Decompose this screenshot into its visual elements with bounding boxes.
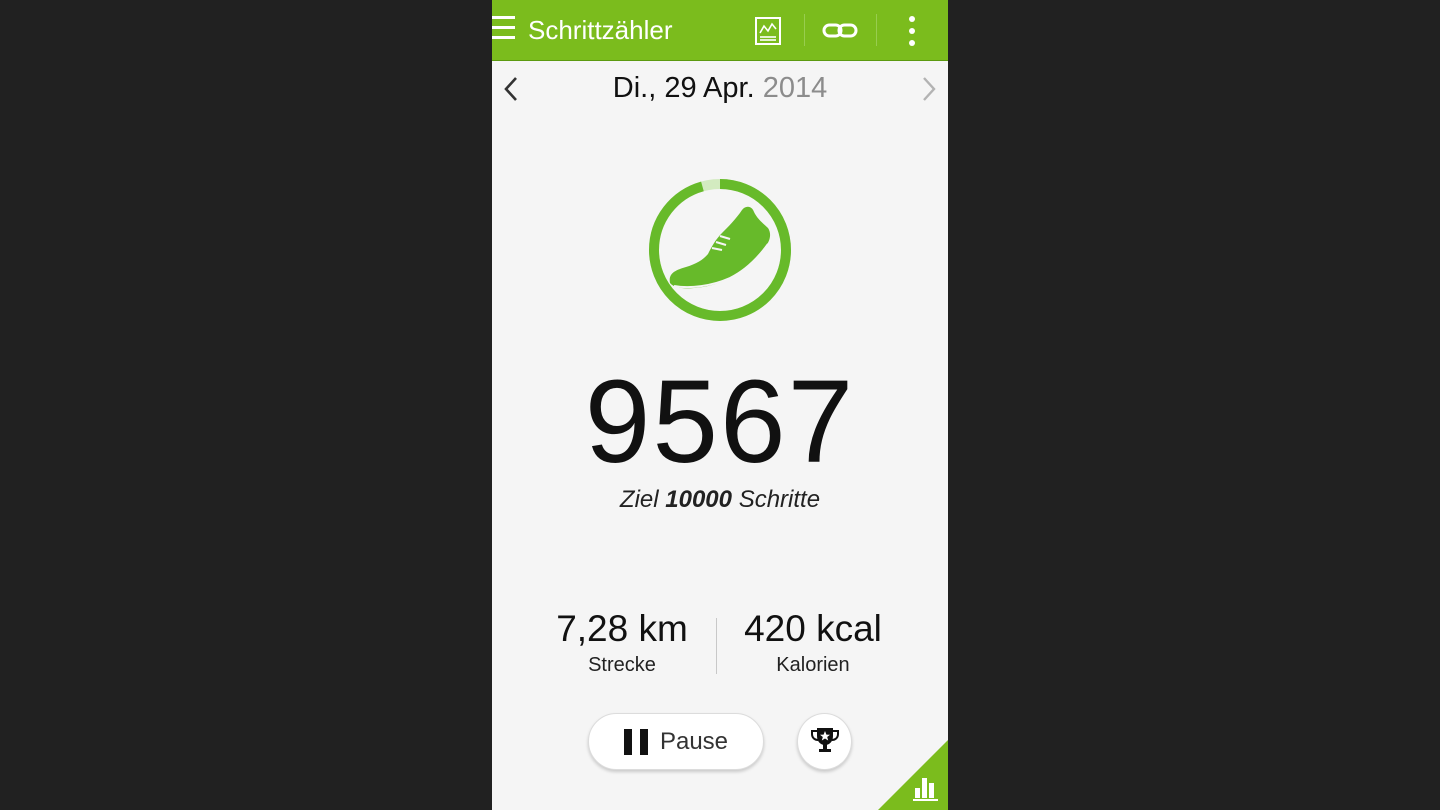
next-day-button[interactable] (914, 76, 944, 106)
pause-icon (623, 728, 648, 755)
step-goal: Ziel 10000 Schritte (492, 486, 948, 514)
app-title: Schrittzähler (528, 15, 673, 45)
step-count: 9567 (584, 356, 856, 488)
goal-value: 10000 (665, 486, 733, 513)
distance-value: 7,28 km (556, 608, 688, 649)
goal-prefix: Ziel (619, 486, 659, 513)
trend-chart-icon[interactable] (746, 11, 790, 51)
achievements-button[interactable] (797, 713, 852, 770)
calories-label: Kalorien (776, 654, 850, 676)
distance-stat: 7,28 km Strecke (522, 608, 722, 677)
app-screen: Schrittzähler Di., 29 Apr. 2014 9567 Zie… (492, 0, 948, 810)
shoe-icon (669, 206, 771, 289)
date-day: Di., 29 Apr. (612, 72, 755, 104)
action-bar: Schrittzähler (492, 0, 948, 61)
date-navigator: Di., 29 Apr. 2014 (492, 62, 948, 122)
history-chart-button[interactable] (878, 740, 948, 810)
calories-stat: 420 kcal Kalorien (713, 608, 913, 677)
pause-label: Pause (659, 727, 729, 755)
overflow-menu-icon[interactable] (890, 11, 934, 51)
step-progress-ring (646, 176, 794, 324)
date-year: 2014 (762, 72, 828, 104)
distance-label: Strecke (588, 654, 656, 676)
trophy-icon (810, 726, 840, 758)
menu-icon[interactable] (492, 14, 516, 44)
link-icon[interactable] (818, 11, 862, 51)
goal-suffix: Schritte (738, 486, 821, 513)
current-date: Di., 29 Apr. 2014 (492, 72, 948, 105)
chevron-right-icon (922, 76, 936, 106)
pause-button[interactable]: Pause (588, 713, 764, 770)
calories-value: 420 kcal (744, 608, 882, 649)
